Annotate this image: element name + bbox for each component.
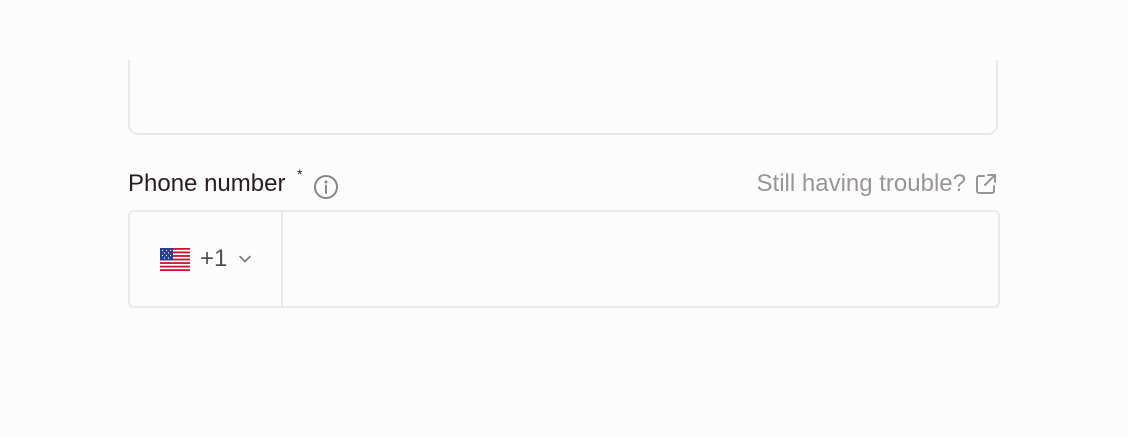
dial-code: +1 [200, 245, 228, 272]
previous-field-input[interactable] [128, 60, 998, 135]
phone-number-label: Phone number [128, 170, 286, 197]
country-code-select[interactable]: +1 [130, 212, 283, 306]
us-flag-icon [160, 247, 190, 271]
phone-field: +1 [128, 210, 1000, 308]
external-link-icon [976, 174, 996, 194]
required-asterisk: * [297, 166, 303, 182]
chevron-down-icon [239, 255, 252, 263]
info-icon[interactable] [313, 174, 339, 200]
phone-label-row: Phone number * Still having trouble? [128, 166, 998, 204]
still-having-trouble-link[interactable]: Still having trouble? [757, 170, 998, 198]
help-link-label: Still having trouble? [756, 170, 966, 197]
phone-number-input[interactable] [283, 212, 998, 306]
